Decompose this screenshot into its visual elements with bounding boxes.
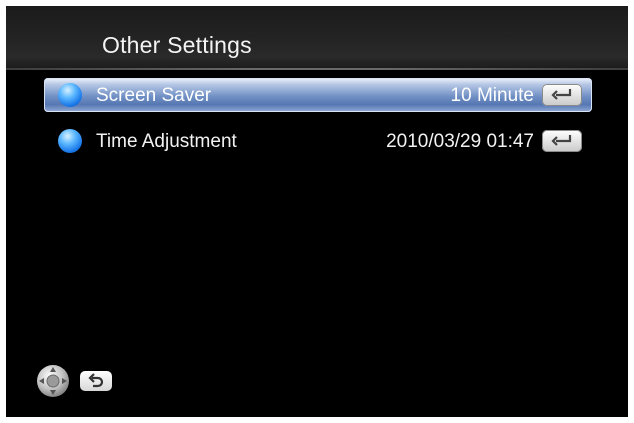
- menu-item-value: 10 Minute: [450, 85, 534, 106]
- menu-item-screen-saver[interactable]: Screen Saver 10 Minute: [44, 78, 592, 112]
- back-arrow-icon[interactable]: [80, 371, 112, 391]
- menu-item-label: Time Adjustment: [96, 131, 237, 152]
- blue-orb-icon: [58, 83, 82, 107]
- settings-menu: Screen Saver 10 Minute Time Adjustment 2…: [44, 78, 592, 170]
- menu-item-value: 2010/03/29 01:47: [386, 131, 534, 152]
- tv-screen: Other Settings Screen Saver 10 Minute Ti…: [6, 6, 628, 417]
- page-title: Other Settings: [102, 32, 252, 58]
- enter-key-icon[interactable]: [542, 84, 582, 106]
- menu-item-time-adjustment[interactable]: Time Adjustment 2010/03/29 01:47: [44, 124, 592, 158]
- blue-orb-icon: [58, 129, 82, 153]
- dpad-icon: [37, 365, 69, 397]
- menu-item-label: Screen Saver: [96, 85, 212, 106]
- enter-key-icon[interactable]: [542, 130, 582, 152]
- header-bar: Other Settings: [6, 6, 628, 70]
